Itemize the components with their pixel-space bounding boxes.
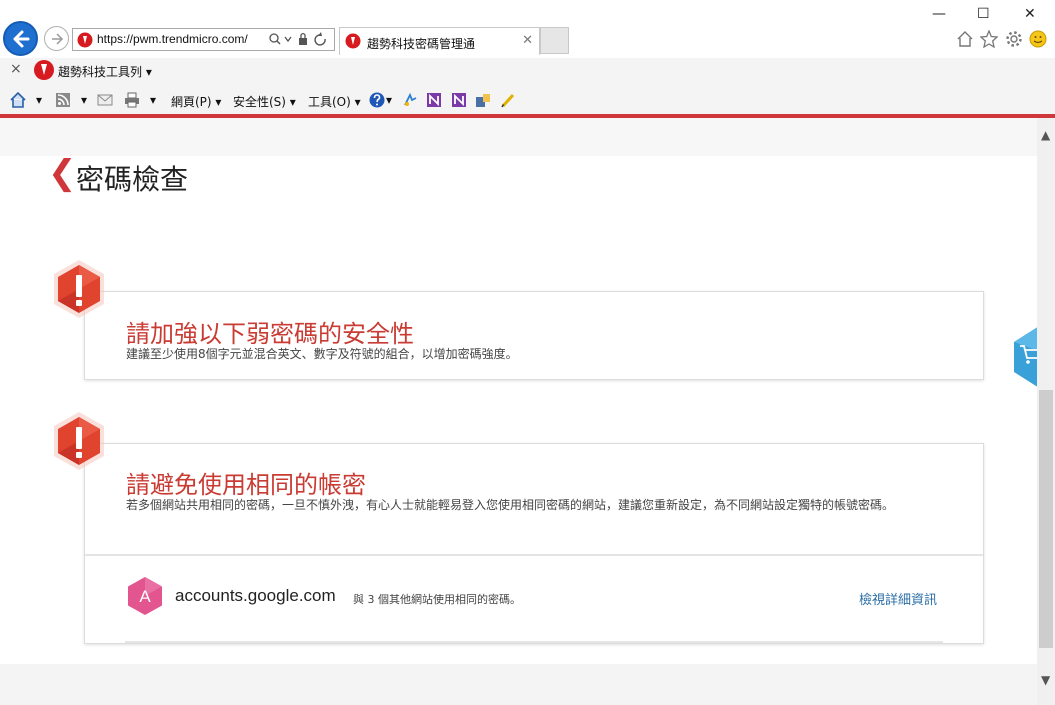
reused-password-desc: 若多個網站共用相同的密碼，一旦不慎外洩，有心人士就能輕易登入您使用相同密碼的網站… [126, 498, 895, 512]
weak-password-desc: 建議至少使用8個字元並混合英文、數字及符號的組合，以增加密碼強度。 [126, 347, 518, 361]
home-icon[interactable] [956, 30, 974, 48]
home-toolbar-icon[interactable] [10, 92, 26, 108]
site-reuse-note: 與 3 個其他網站使用相同的密碼。 [353, 593, 521, 606]
tools-menu[interactable]: 工具(O) ▾ [308, 93, 361, 110]
lock-icon [299, 38, 307, 45]
scroll-down-icon[interactable]: ▼ [1041, 673, 1050, 687]
web-page: ❮ 密碼檢查 請加強以下弱密碼的安全性 建議至少使用8個字元並混合英文、數字及符… [0, 118, 1037, 705]
forward-button[interactable] [44, 26, 69, 51]
pencil-icon[interactable] [500, 92, 516, 108]
address-url[interactable]: https://pwm.trendmicro.com/ [97, 32, 248, 46]
research-icon[interactable] [475, 92, 491, 108]
site-avatar: A [128, 577, 162, 615]
reused-password-card: 請避免使用相同的帳密 若多個網站共用相同的密碼，一旦不慎外洩，有心人士就能輕易登… [84, 443, 984, 644]
send-to-blog-icon[interactable] [402, 92, 418, 108]
search-icon [269, 33, 279, 43]
page-title: 密碼檢查 [76, 163, 189, 196]
toolbar-close-icon[interactable]: × [10, 61, 22, 77]
browser-title-bar: https://pwm.trendmicro.com/ 趨勢科技密碼管理通 ✕ … [0, 0, 1055, 58]
tab-close-icon[interactable]: ✕ [522, 33, 533, 48]
arrow-right-icon [52, 33, 64, 45]
address-bar[interactable]: https://pwm.trendmicro.com/ [72, 28, 335, 51]
trend-toolbar-menu[interactable]: 趨勢科技工具列 ▾ [58, 63, 152, 80]
tab-title: 趨勢科技密碼管理通 [367, 37, 476, 51]
card-divider [85, 554, 983, 556]
page-header-strip [0, 118, 1037, 156]
help-icon[interactable] [369, 92, 385, 108]
smiley-icon[interactable] [1029, 30, 1047, 48]
maximize-button[interactable]: ☐ [977, 6, 990, 22]
close-window-button[interactable]: ✕ [1024, 6, 1036, 22]
arrow-left-icon [13, 30, 30, 48]
onenote-icon[interactable] [426, 92, 442, 108]
star-icon[interactable] [980, 30, 998, 48]
site-domain: accounts.google.com [175, 586, 336, 605]
command-bar: ▾ ▾ ▾ 網頁(P) ▾ 安全性(S) ▾ 工具(O) ▾ ▾ [0, 84, 1055, 114]
gear-icon[interactable] [1005, 30, 1023, 48]
page-menu[interactable]: 網頁(P) ▾ [171, 93, 221, 110]
scroll-up-icon[interactable]: ▲ [1041, 128, 1050, 142]
avatar-letter: A [139, 587, 151, 606]
warning-icon [54, 412, 104, 470]
refresh-icon [314, 34, 326, 46]
page-footer-strip [0, 664, 1037, 705]
trendmicro-favicon-icon [77, 32, 93, 48]
vertical-scrollbar[interactable]: ▲ ▼ [1037, 118, 1055, 705]
dropdown-icon [284, 36, 292, 43]
safety-menu[interactable]: 安全性(S) ▾ [233, 93, 296, 110]
mail-icon[interactable] [97, 92, 113, 108]
rss-dropdown-icon[interactable]: ▾ [81, 93, 87, 107]
home-dropdown-icon[interactable]: ▾ [36, 93, 42, 107]
back-chevron-icon[interactable]: ❮ [48, 156, 77, 190]
address-bar-icons [268, 32, 330, 49]
print-icon[interactable] [124, 92, 140, 108]
scroll-thumb[interactable] [1039, 390, 1053, 648]
browser-tab-active[interactable]: 趨勢科技密碼管理通 ✕ [339, 27, 540, 55]
warning-icon [54, 260, 104, 318]
weak-password-card: 請加強以下弱密碼的安全性 建議至少使用8個字元並混合英文、數字及符號的組合，以增… [84, 291, 984, 380]
onenote-linked-icon[interactable] [451, 92, 467, 108]
rss-feed-icon[interactable] [55, 92, 71, 108]
help-dropdown-icon[interactable]: ▾ [386, 93, 392, 107]
back-button[interactable] [3, 21, 38, 56]
row-separator [125, 641, 943, 643]
trendmicro-tab-icon [345, 33, 361, 49]
trendmicro-logo-icon [34, 60, 54, 80]
new-tab-button[interactable] [540, 27, 569, 54]
print-dropdown-icon[interactable]: ▾ [150, 93, 156, 107]
view-details-link[interactable]: 檢視詳細資訊 [859, 589, 937, 608]
minimize-button[interactable]: — [932, 6, 946, 22]
trend-toolbar: × 趨勢科技工具列 ▾ [0, 58, 1055, 84]
